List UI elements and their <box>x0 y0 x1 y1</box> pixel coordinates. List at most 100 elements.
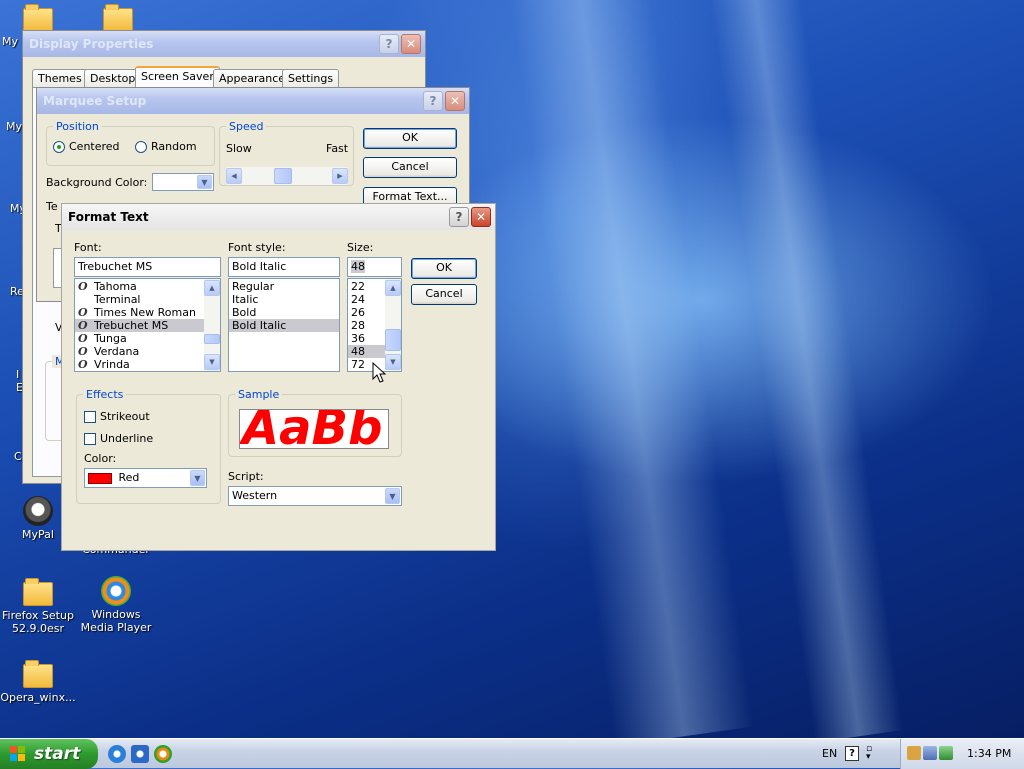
scroll-left-icon[interactable]: ◀ <box>226 168 242 184</box>
list-item[interactable]: Italic <box>229 293 339 306</box>
chevron-down-icon: ▼ <box>190 470 205 486</box>
list-item[interactable]: O Verdana <box>75 345 220 358</box>
taskbar: start EN ? ▫ ▾ 1:34 PM <box>0 738 1024 769</box>
effects-groupbox: Effects Strikeout Underline Color: Red ▼ <box>76 388 221 504</box>
media-player-icon <box>101 576 131 606</box>
list-item[interactable]: Regular <box>229 280 339 293</box>
mouse-cursor-icon <box>372 362 386 383</box>
sample-preview: AaBb <box>239 409 389 449</box>
desktop-icon-firefox-setup[interactable]: Firefox Setup 52.9.0esr <box>0 578 78 635</box>
desktop-icon-recycle-bin[interactable]: Re <box>0 285 24 298</box>
language-indicator[interactable]: EN <box>822 747 837 760</box>
scroll-up-icon[interactable]: ▲ <box>385 280 401 296</box>
tab-appearance[interactable]: Appearance <box>213 69 292 87</box>
desktop-icon-ie-2[interactable]: E <box>0 381 23 394</box>
desktop-icon-my-network[interactable]: My <box>0 202 26 215</box>
background-color-dropdown[interactable]: ▼ <box>152 173 214 191</box>
format-cancel-button[interactable]: Cancel <box>411 284 477 305</box>
system-tray: 1:34 PM <box>900 739 1024 769</box>
font-list-scrollbar[interactable]: ▲ ▼ <box>204 279 220 371</box>
start-button[interactable]: start <box>0 739 98 769</box>
tray-app-icon[interactable] <box>907 746 921 760</box>
font-list[interactable]: O Tahoma Terminal O Times New Roman O Trebuche… <box>74 278 221 372</box>
language-bar-arrows-icon[interactable]: ▫ ▾ <box>866 745 872 762</box>
script-dropdown[interactable]: Western ▼ <box>228 486 402 506</box>
list-item[interactable]: O Times New Roman <box>75 306 220 319</box>
help-icon[interactable]: ? <box>845 746 859 761</box>
scroll-thumb[interactable] <box>204 334 220 344</box>
safely-remove-icon[interactable] <box>939 746 953 760</box>
folder-icon <box>103 4 133 32</box>
clock[interactable]: 1:34 PM <box>967 747 1011 760</box>
scroll-thumb[interactable] <box>385 329 401 351</box>
format-ok-button[interactable]: OK <box>411 258 477 279</box>
wallpaper-streak <box>506 0 754 746</box>
marquee-ok-button[interactable]: OK <box>363 128 457 149</box>
opentype-font-icon: O <box>78 319 88 332</box>
format-text-titlebar[interactable]: Format Text ? ✕ <box>62 204 495 230</box>
show-desktop-icon[interactable] <box>131 745 149 763</box>
desktop-icon-opera[interactable]: Opera_winx... <box>0 660 78 704</box>
help-button[interactable]: ? <box>449 207 469 227</box>
format-text-window[interactable]: Format Text ? ✕ Font: Trebuchet MS O Taho… <box>61 203 496 551</box>
scroll-right-icon[interactable]: ▶ <box>332 168 348 184</box>
chevron-down-icon: ▼ <box>197 175 212 189</box>
chevron-down-icon: ▼ <box>385 488 400 504</box>
position-groupbox: Position Centered Random <box>46 120 215 166</box>
scroll-down-icon[interactable]: ▼ <box>204 354 220 370</box>
desktop-icon-c[interactable]: C <box>0 450 22 463</box>
list-item[interactable]: O Tunga <box>75 332 220 345</box>
opentype-font-icon: O <box>78 358 88 371</box>
list-item[interactable]: Terminal <box>75 293 220 306</box>
marquee-setup-titlebar[interactable]: Marquee Setup ? ✕ <box>37 88 469 114</box>
font-name-input[interactable]: Trebuchet MS <box>74 257 221 277</box>
windows-logo-icon <box>10 746 26 762</box>
font-style-input[interactable]: Bold Italic <box>228 257 340 277</box>
display-properties-titlebar[interactable]: Display Properties ? ✕ <box>23 31 425 57</box>
tab-desktop[interactable]: Desktop <box>84 69 142 87</box>
sample-groupbox: Sample AaBb <box>228 388 402 457</box>
font-size-input[interactable]: 48 <box>347 257 402 277</box>
color-swatch <box>88 472 112 484</box>
media-player-icon[interactable] <box>154 745 172 763</box>
speed-groupbox: Speed Slow Fast ◀ ▶ <box>219 120 354 186</box>
speed-slider[interactable]: ◀ ▶ <box>226 167 348 185</box>
opentype-font-icon: O <box>78 332 88 345</box>
strikeout-checkbox[interactable]: Strikeout <box>84 410 150 423</box>
tab-screen-saver[interactable]: Screen Saver <box>135 66 220 87</box>
color-dropdown[interactable]: Red ▼ <box>84 468 207 488</box>
scroll-down-icon[interactable]: ▼ <box>385 354 401 370</box>
desktop-icon-windows-media-player[interactable]: Windows Media Player <box>76 576 156 634</box>
desktop-icon-my-computer[interactable]: My <box>0 120 22 133</box>
network-icon[interactable] <box>923 746 937 760</box>
opentype-font-icon: O <box>78 280 88 293</box>
tab-themes[interactable]: Themes <box>32 69 88 87</box>
size-list-scrollbar[interactable]: ▲ ▼ <box>385 279 401 371</box>
font-style-list[interactable]: Regular Italic Bold Bold Italic <box>228 278 340 372</box>
close-button[interactable]: ✕ <box>401 34 421 54</box>
list-item[interactable]: O Vrinda <box>75 358 220 371</box>
font-size-list[interactable]: 22 24 26 28 36 48 72 ▲ ▼ <box>347 278 402 372</box>
marquee-cancel-button[interactable]: Cancel <box>363 157 457 178</box>
folder-icon <box>23 660 53 688</box>
list-item[interactable]: O Trebuchet MS <box>75 319 220 332</box>
scroll-up-icon[interactable]: ▲ <box>204 280 220 296</box>
underline-checkbox[interactable]: Underline <box>84 432 153 445</box>
list-item[interactable]: O Tahoma <box>75 280 220 293</box>
close-button[interactable]: ✕ <box>445 91 465 111</box>
centered-radio[interactable]: Centered <box>53 140 120 153</box>
random-radio[interactable]: Random <box>135 140 197 153</box>
opentype-font-icon: O <box>78 306 88 319</box>
internet-explorer-icon[interactable] <box>108 745 126 763</box>
opentype-font-icon: O <box>78 345 88 358</box>
desktop-icon-ie-1[interactable]: I <box>0 368 19 381</box>
help-button[interactable]: ? <box>423 91 443 111</box>
speed-slider-thumb[interactable] <box>274 168 292 184</box>
raccoon-icon <box>23 496 53 526</box>
folder-icon <box>23 4 53 32</box>
close-button[interactable]: ✕ <box>471 207 491 227</box>
help-button[interactable]: ? <box>379 34 399 54</box>
list-item[interactable]: Bold Italic <box>229 319 339 332</box>
tab-settings[interactable]: Settings <box>282 69 340 87</box>
list-item[interactable]: Bold <box>229 306 339 319</box>
